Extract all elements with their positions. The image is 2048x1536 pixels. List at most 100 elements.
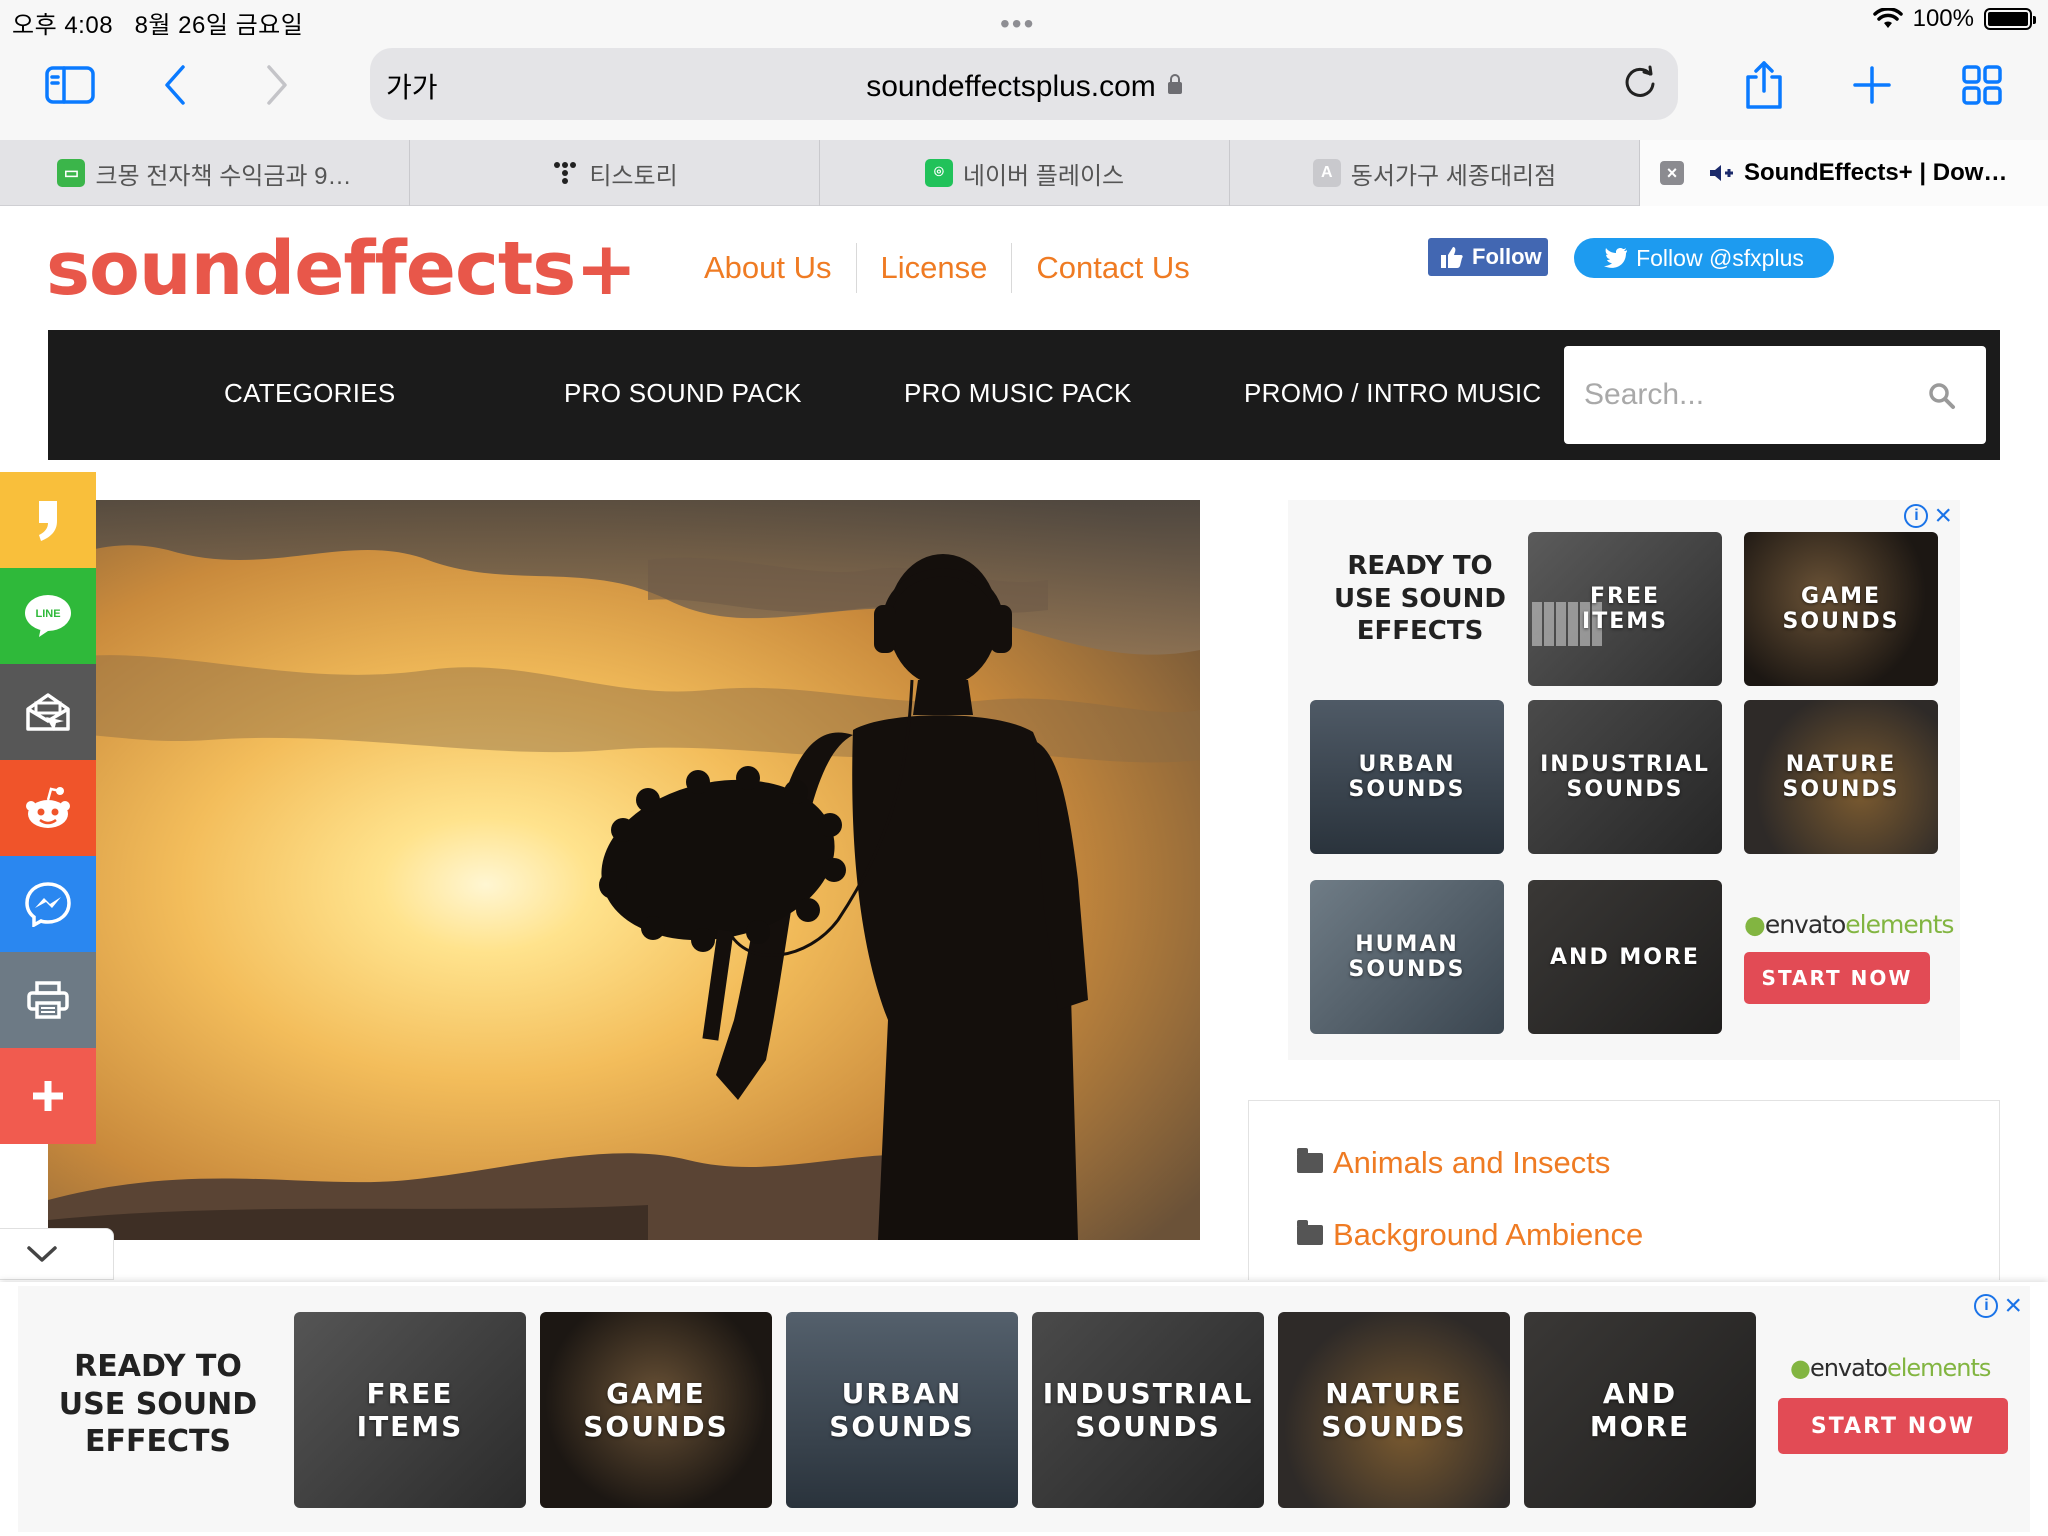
tab-label: 티스토리 xyxy=(589,162,678,190)
share-more-button[interactable] xyxy=(0,1048,96,1144)
tab-tistory[interactable]: 티스토리 xyxy=(410,140,820,206)
share-kakao-story-button[interactable] xyxy=(0,472,96,568)
nav-promo-intro-music[interactable]: PROMO / INTRO MUSIC xyxy=(1244,378,1541,409)
banner-tile-urban-sounds[interactable]: URBAN SOUNDS xyxy=(786,1312,1018,1508)
plus-icon xyxy=(1853,66,1891,104)
kakao-story-icon xyxy=(39,501,57,541)
status-bar: 오후 4:08 8월 26일 금요일 ••• 100% xyxy=(0,0,2048,40)
chevron-down-icon xyxy=(26,1246,57,1262)
category-background-ambience[interactable]: Background Ambience xyxy=(1297,1217,1643,1253)
share-messenger-button[interactable] xyxy=(0,856,96,952)
print-icon xyxy=(27,981,69,1019)
facebook-follow-button[interactable]: Follow xyxy=(1428,238,1548,276)
address-bar[interactable]: 가가 soundeffectsplus.com xyxy=(370,48,1678,120)
tab-label: 네이버 플레이스 xyxy=(962,162,1125,190)
reddit-icon xyxy=(26,787,70,828)
banner-tile-industrial-sounds[interactable]: INDUSTRIAL SOUNDS xyxy=(1032,1312,1264,1508)
share-button[interactable] xyxy=(1734,60,1794,110)
close-tab-icon[interactable]: × xyxy=(1660,161,1684,185)
tile-label: INDUSTRIAL SOUNDS xyxy=(1042,1377,1254,1443)
banner-ad-choices[interactable]: i × xyxy=(1974,1291,2022,1321)
search-icon[interactable] xyxy=(1928,382,1956,410)
tile-label: HUMAN SOUNDS xyxy=(1348,932,1466,982)
url-text: soundeffectsplus.com xyxy=(866,70,1156,103)
ad-tile-human-sounds[interactable]: HUMAN SOUNDS xyxy=(1310,880,1504,1034)
search-input[interactable] xyxy=(1584,370,1904,420)
ad-tile-urban-sounds[interactable]: URBAN SOUNDS xyxy=(1310,700,1504,854)
soundeffects-favicon xyxy=(1710,165,1733,181)
ad-headline: READY TO USE SOUND EFFECTS xyxy=(1334,551,1506,646)
category-animals-and-insects[interactable]: Animals and Insects xyxy=(1297,1145,1610,1181)
tile-label: FREE ITEMS xyxy=(356,1377,464,1443)
ad-tile-game-sounds[interactable]: GAME SOUNDS xyxy=(1744,532,1938,686)
back-button[interactable] xyxy=(146,60,206,110)
multitasking-dots[interactable]: ••• xyxy=(1000,8,1035,40)
share-reddit-button[interactable] xyxy=(0,760,96,856)
main-nav: CATEGORIES PRO SOUND PACK PRO MUSIC PACK… xyxy=(48,330,2000,460)
email-icon xyxy=(26,693,70,731)
tab-overview-button[interactable] xyxy=(1952,60,2012,110)
tile-label: INDUSTRIAL SOUNDS xyxy=(1540,752,1710,802)
url-display[interactable]: soundeffectsplus.com xyxy=(370,70,1678,104)
banner-headline: READY TO USE SOUND EFFECTS xyxy=(58,1349,258,1459)
site-logo[interactable]: soundeffects+ xyxy=(46,226,637,312)
tile-label: GAME SOUNDS xyxy=(583,1377,729,1443)
license-link[interactable]: License xyxy=(857,243,1013,293)
line-icon: LINE xyxy=(25,595,71,637)
tab-dongseo[interactable]: A 동서가구 세종대리점 xyxy=(1230,140,1640,206)
brand-part2: elements xyxy=(1886,1354,1991,1382)
sidebar-toggle-button[interactable] xyxy=(40,60,100,110)
envato-ad-banner[interactable]: i × READY TO USE SOUND EFFECTS FREE ITEM… xyxy=(0,1282,2048,1536)
ad-tile-industrial-sounds[interactable]: INDUSTRIAL SOUNDS xyxy=(1528,700,1722,854)
twitter-follow-button[interactable]: Follow @sfxplus xyxy=(1574,238,1834,278)
forward-button[interactable] xyxy=(246,60,306,110)
ad-close-icon[interactable]: × xyxy=(2004,1291,2022,1321)
envato-ad-sidebar[interactable]: i × READY TO USE SOUND EFFECTS FREE ITEM… xyxy=(1288,500,1960,1060)
tab-label: 크몽 전자책 수익금과 9… xyxy=(95,162,352,190)
new-tab-button[interactable] xyxy=(1842,60,1902,110)
tistory-icon xyxy=(554,162,577,184)
tile-label: FREE ITEMS xyxy=(1582,584,1668,634)
battery-icon xyxy=(1984,8,2036,30)
ad-tile-and-more[interactable]: AND MORE xyxy=(1528,880,1722,1034)
brand-part2: elements xyxy=(1845,910,1954,939)
share-email-button[interactable] xyxy=(0,664,96,760)
tile-label: NATURE SOUNDS xyxy=(1782,752,1900,802)
reload-icon[interactable] xyxy=(1620,64,1660,104)
banner-tile-game-sounds[interactable]: GAME SOUNDS xyxy=(540,1312,772,1508)
nav-pro-sound-pack[interactable]: PRO SOUND PACK xyxy=(564,378,802,409)
tile-label: AND MORE xyxy=(1589,1377,1691,1443)
tile-label: GAME SOUNDS xyxy=(1782,584,1900,634)
tab-naver-place[interactable]: ⌾ 네이버 플레이스 xyxy=(820,140,1230,206)
banner-start-now-button[interactable]: START NOW xyxy=(1778,1398,2008,1454)
wifi-icon xyxy=(1872,8,1903,28)
nav-categories[interactable]: CATEGORIES xyxy=(224,378,396,409)
kmong-icon: ▭ xyxy=(57,159,86,187)
collapse-ad-tab[interactable] xyxy=(0,1228,114,1280)
ad-info-icon[interactable]: i xyxy=(1974,1294,1999,1318)
battery-percent: 100% xyxy=(1912,5,1974,32)
nav-pro-music-pack[interactable]: PRO MUSIC PACK xyxy=(904,378,1132,409)
category-label: Animals and Insects xyxy=(1333,1145,1611,1180)
tab-soundeffects[interactable]: × SoundEffects+ | Dow… xyxy=(1640,140,2048,206)
categories-widget: Animals and Insects Background Ambience xyxy=(1248,1100,2000,1280)
ad-tile-nature-sounds[interactable]: NATURE SOUNDS xyxy=(1744,700,1938,854)
start-now-button[interactable]: START NOW xyxy=(1744,952,1930,1004)
tab-kmong[interactable]: ▭ 크몽 전자책 수익금과 9… xyxy=(0,140,410,206)
share-print-button[interactable] xyxy=(0,952,96,1048)
letter-a-icon: A xyxy=(1312,159,1341,187)
ad-choices[interactable]: i × xyxy=(1904,501,1952,531)
chevron-right-icon xyxy=(267,65,287,105)
share-icon xyxy=(1746,61,1782,109)
contact-us-link[interactable]: Contact Us xyxy=(1012,243,1213,293)
banner-tile-nature-sounds[interactable]: NATURE SOUNDS xyxy=(1278,1312,1510,1508)
ad-info-icon[interactable]: i xyxy=(1904,504,1929,528)
about-us-link[interactable]: About Us xyxy=(680,243,857,293)
thumbs-up-icon xyxy=(1441,247,1463,268)
share-line-button[interactable]: LINE xyxy=(0,568,96,664)
banner-tile-free-items[interactable]: FREE ITEMS xyxy=(294,1312,526,1508)
share-sidebar: LINE xyxy=(0,472,96,1144)
ad-close-icon[interactable]: × xyxy=(1934,501,1952,531)
ad-tile-free-items[interactable]: FREE ITEMS xyxy=(1528,532,1722,686)
banner-tile-and-more[interactable]: AND MORE xyxy=(1524,1312,1756,1508)
